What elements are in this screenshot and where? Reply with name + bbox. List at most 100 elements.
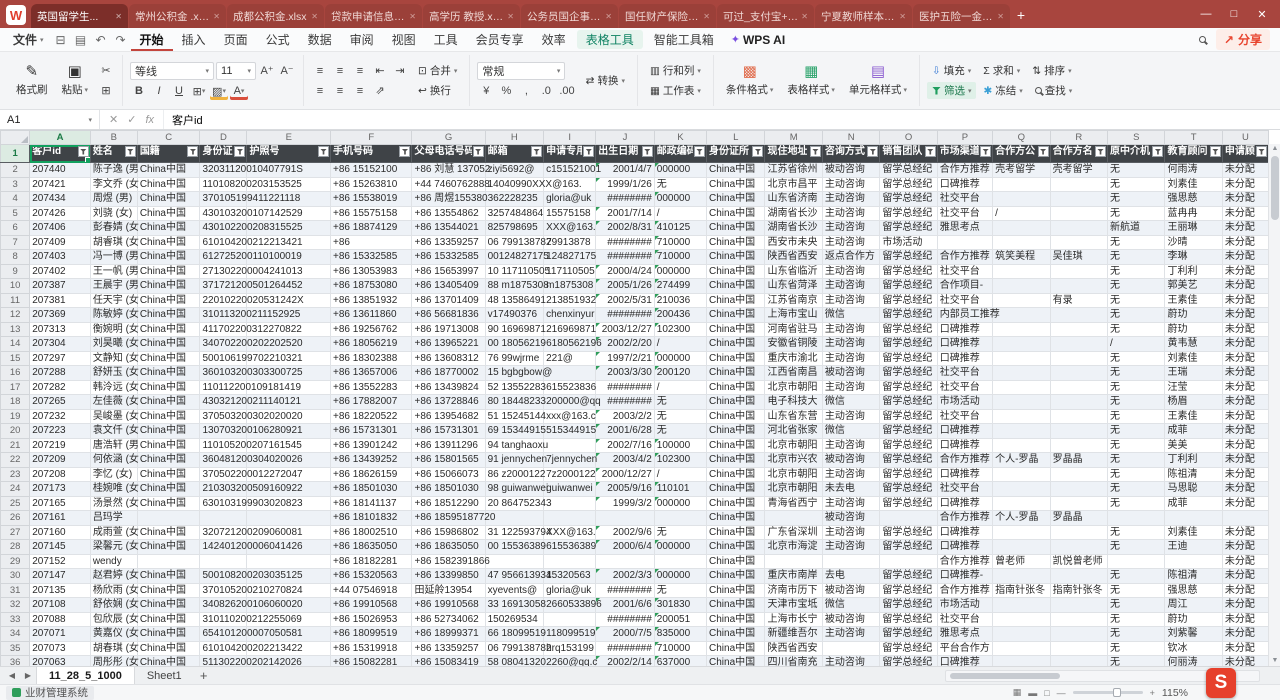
cell[interactable] [1050,409,1107,424]
cell[interactable]: 口碑推荐- [937,569,992,584]
cell[interactable]: 未分配 [1222,409,1268,424]
cell[interactable]: +86 19910568 [331,598,412,613]
cell[interactable] [247,206,331,221]
cell[interactable]: 湖南省长沙 [765,221,822,236]
row-header[interactable]: 30 [1,569,30,584]
column-header-F[interactable]: F [331,131,412,145]
cell[interactable]: 汪莹 [1165,380,1222,395]
filter-dropdown-button[interactable] [1256,146,1267,157]
cell-style-button[interactable]: ▤ 单元格样式▾ [844,62,912,99]
font-size-select[interactable]: 11▾ [216,62,256,80]
cell[interactable]: +86 15026953 [331,612,412,627]
cell[interactable]: +86 15538019 [331,192,412,207]
bold-button[interactable]: B [130,83,148,100]
cell[interactable]: 社交平台 [937,482,992,497]
cell[interactable]: 200436 [654,308,706,323]
cell[interactable] [1050,395,1107,410]
cell[interactable] [247,525,331,540]
wps-logo-icon[interactable]: W [6,5,26,25]
cell[interactable] [247,177,331,192]
cell[interactable]: 陈祖清 [1165,467,1222,482]
cell[interactable]: China中国 [137,351,200,366]
menu-tab[interactable]: 会员专享 [467,28,533,51]
cell[interactable]: 710000 [654,641,706,656]
cell[interactable]: 未分配 [1222,322,1268,337]
cell[interactable]: 无 [1108,250,1165,265]
document-tab[interactable]: 常州公积金 .xlsx✕ [129,4,226,28]
cell[interactable]: 未分配 [1222,308,1268,323]
cell[interactable]: 口碑推荐 [937,424,992,439]
cell[interactable]: 主动咨询 [822,264,879,279]
cell[interactable]: 内部员工推荐 [937,308,992,323]
cell[interactable] [993,366,1050,381]
cell[interactable]: +86 18501030 [331,482,412,497]
cell[interactable]: 黄嘉仪 (女 [90,627,137,642]
cell[interactable]: 未分配 [1222,496,1268,511]
cell[interactable]: 留学总经纪 [880,525,937,540]
header-cell[interactable]: 护照号 [247,145,331,163]
cell[interactable]: 合作方推荐 [937,163,992,178]
cell[interactable]: 郭美艺 [1165,279,1222,294]
cell[interactable]: 未分配 [1222,366,1268,381]
tab-close-icon[interactable]: ✕ [409,12,416,21]
cell[interactable] [247,583,331,598]
cell[interactable] [137,554,200,569]
cell[interactable]: XXX@163. [544,525,596,540]
cell[interactable]: China中国 [707,235,765,250]
cell[interactable] [993,380,1050,395]
cell[interactable]: 无 [1108,206,1165,221]
cell[interactable] [993,177,1050,192]
cell[interactable]: China中国 [707,438,765,453]
cell[interactable]: ######## [596,192,654,207]
cell[interactable] [993,395,1050,410]
cell[interactable]: 340826200106060020 [200,598,247,613]
cell[interactable]: China中国 [137,322,200,337]
tab-close-icon[interactable]: ✕ [997,12,1004,21]
cell[interactable]: 10 117110505 [485,264,543,279]
cell[interactable] [993,627,1050,642]
cell[interactable]: +86 18056219 [331,337,412,352]
cell[interactable]: 任天宇 (女 [90,293,137,308]
cell[interactable]: 留学总经纪 [880,221,937,236]
cell[interactable]: / [654,206,706,221]
cell[interactable] [137,511,200,526]
cell[interactable]: 20 864752343 [485,496,543,511]
cell[interactable]: China中国 [137,641,200,656]
cell[interactable]: +86 13901242 [331,438,412,453]
cell[interactable]: 207135 [30,583,91,598]
cell[interactable] [247,511,331,526]
cell[interactable]: 无 [1108,496,1165,511]
cell[interactable] [937,235,992,250]
cell[interactable]: +44 7460762888 [412,177,485,192]
column-header-I[interactable]: I [544,131,596,145]
cell[interactable]: 91 jennychen [485,453,543,468]
cell[interactable]: +86 18220522 [331,409,412,424]
cell[interactable]: 207209 [30,453,91,468]
cell[interactable]: 合作方推荐 [937,453,992,468]
cell[interactable]: 未分配 [1222,395,1268,410]
cell[interactable] [1050,351,1107,366]
cell[interactable]: 69 15344915 [485,424,543,439]
header-cell[interactable]: 邮箱 [485,145,543,163]
cell[interactable]: +86 19256762 [331,322,412,337]
cell[interactable]: China中国 [707,395,765,410]
cell[interactable]: 500108200203035125 [200,569,247,584]
freeze-button[interactable]: ✱冻结▾ [978,82,1027,99]
cell[interactable]: 31 122593794 [485,525,543,540]
currency-icon[interactable]: ¥ [477,83,495,100]
menu-tab[interactable]: 表格工具 [577,30,643,49]
filter-dropdown-button[interactable] [810,146,821,157]
cell[interactable]: 王瑞 [1165,366,1222,381]
cell[interactable] [993,308,1050,323]
cell[interactable] [544,177,596,192]
cell[interactable]: 刘素佳 [1165,177,1222,192]
increase-decimal-icon[interactable]: .00 [557,83,576,100]
filter-dropdown-button[interactable] [78,146,89,157]
cell[interactable]: 舒依娴 (女 [90,598,137,613]
cell[interactable]: 无 [1108,163,1165,178]
header-cell[interactable]: 邮政编码 [654,145,706,163]
cell[interactable]: ######## [596,380,654,395]
cell[interactable]: China中国 [137,279,200,294]
cell[interactable]: 2000/6/4 [596,540,654,555]
cell[interactable]: 主动咨询 [822,540,879,555]
